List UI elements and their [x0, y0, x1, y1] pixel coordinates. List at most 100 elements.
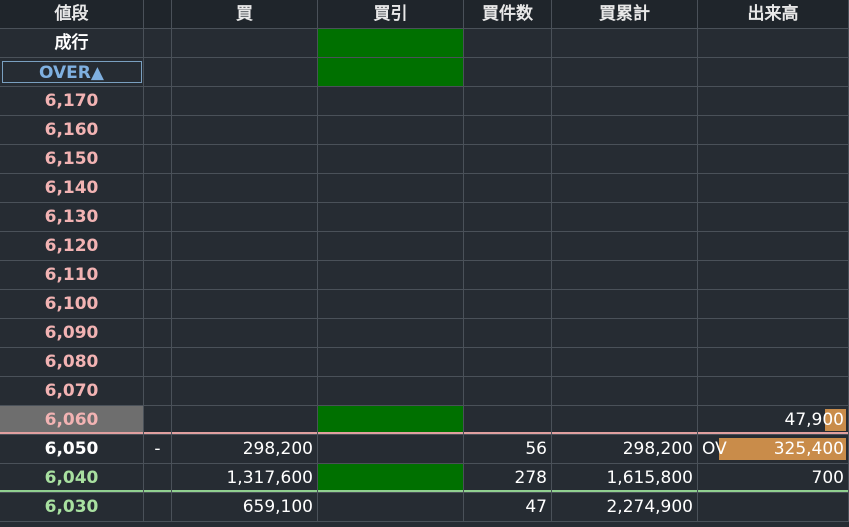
price-cell[interactable]: 6,050 [0, 435, 144, 464]
flag-cell [144, 87, 172, 116]
price-cell[interactable]: 6,090 [0, 319, 144, 348]
buy-close-cell[interactable] [318, 87, 464, 116]
buy-qty-cell[interactable]: 659,100 [172, 493, 318, 522]
volume-cell [698, 174, 849, 203]
buy-count-cell [464, 145, 552, 174]
buy-qty-cell[interactable] [172, 261, 318, 290]
over-buy-cell[interactable] [172, 58, 318, 87]
buy-count-cell [464, 174, 552, 203]
price-cell[interactable]: 6,080 [0, 348, 144, 377]
price-cell[interactable]: 6,070 [0, 377, 144, 406]
buy-close-cell[interactable] [318, 435, 464, 464]
buy-qty-cell[interactable] [172, 232, 318, 261]
volume-cell [698, 203, 849, 232]
buy-close-cell[interactable] [318, 406, 464, 435]
buy-qty-cell[interactable] [172, 377, 318, 406]
header-price: 値段 [0, 0, 144, 29]
volume-cell: 47,900 [698, 406, 849, 435]
buy-qty-cell[interactable] [172, 87, 318, 116]
price-cell[interactable]: 6,160 [0, 116, 144, 145]
header-buy-count: 買件数 [464, 0, 552, 29]
buy-cumulative-cell [552, 87, 698, 116]
volume-cell: 700 [698, 464, 849, 493]
flag-cell [144, 232, 172, 261]
flag-cell [144, 464, 172, 493]
buy-cumulative-cell [552, 232, 698, 261]
buy-cumulative-cell [552, 348, 698, 377]
buy-close-cell[interactable] [318, 493, 464, 522]
price-cell[interactable]: 6,150 [0, 145, 144, 174]
over-button[interactable]: OVER▲ [1, 61, 142, 83]
buy-cumulative-cell [552, 203, 698, 232]
flag-cell [144, 348, 172, 377]
market-buy-close-cell[interactable] [318, 29, 464, 58]
buy-qty-cell[interactable] [172, 145, 318, 174]
buy-close-cell[interactable] [318, 261, 464, 290]
buy-cumulative-cell [552, 290, 698, 319]
price-cell[interactable]: 6,100 [0, 290, 144, 319]
price-cell[interactable]: 6,110 [0, 261, 144, 290]
buy-qty-cell[interactable]: 298,200 [172, 435, 318, 464]
volume-cell [698, 377, 849, 406]
buy-close-cell[interactable] [318, 232, 464, 261]
buy-cumulative-cell [552, 377, 698, 406]
buy-qty-cell[interactable] [172, 174, 318, 203]
market-cumulative-cell [552, 29, 698, 58]
buy-close-cell[interactable] [318, 319, 464, 348]
volume-cell [698, 261, 849, 290]
buy-qty-cell[interactable] [172, 116, 318, 145]
volume-cell [698, 145, 849, 174]
buy-qty-cell[interactable] [172, 348, 318, 377]
over-cell: OVER▲ [0, 58, 144, 87]
price-cell[interactable]: 6,120 [0, 232, 144, 261]
volume-cell [698, 116, 849, 145]
price-cell[interactable]: 6,060 [0, 406, 144, 435]
buy-cumulative-cell [552, 174, 698, 203]
buy-cumulative-cell: 2,274,900 [552, 493, 698, 522]
price-cell[interactable]: 6,130 [0, 203, 144, 232]
buy-qty-cell[interactable] [172, 290, 318, 319]
price-cell[interactable]: 6,030 [0, 493, 144, 522]
buy-close-cell[interactable] [318, 348, 464, 377]
price-cell[interactable]: 6,040 [0, 464, 144, 493]
buy-count-cell: 47 [464, 493, 552, 522]
price-cell[interactable]: 6,140 [0, 174, 144, 203]
flag-cell [144, 377, 172, 406]
buy-qty-cell[interactable]: 1,317,600 [172, 464, 318, 493]
buy-qty-cell[interactable] [172, 319, 318, 348]
buy-count-cell [464, 290, 552, 319]
order-book: 値段 買 買引 買件数 買累計 出来高 成行 OVER▲ 6,170 6,160 6… [0, 0, 849, 522]
buy-qty-cell[interactable] [172, 406, 318, 435]
volume-value: 700 [811, 468, 844, 488]
buy-close-cell[interactable] [318, 203, 464, 232]
flag-cell [144, 116, 172, 145]
price-cell[interactable]: 6,170 [0, 87, 144, 116]
over-buy-close-cell[interactable] [318, 58, 464, 87]
over-cumulative-cell [552, 58, 698, 87]
buy-close-cell[interactable] [318, 290, 464, 319]
header-buy-close: 買引 [318, 0, 464, 29]
buy-close-cell[interactable] [318, 174, 464, 203]
market-buy-cell[interactable] [172, 29, 318, 58]
buy-qty-cell[interactable] [172, 203, 318, 232]
volume-cell [698, 232, 849, 261]
header-flag [144, 0, 172, 29]
buy-close-cell[interactable] [318, 145, 464, 174]
flag-cell [144, 174, 172, 203]
volume-value: 325,400 [773, 439, 844, 459]
buy-close-cell[interactable] [318, 464, 464, 493]
buy-cumulative-cell: 1,615,800 [552, 464, 698, 493]
buy-count-cell: 56 [464, 435, 552, 464]
volume-cell [698, 493, 849, 522]
market-order-label: 成行 [0, 29, 144, 58]
buy-cumulative-cell [552, 145, 698, 174]
buy-count-cell [464, 203, 552, 232]
header-volume: 出来高 [698, 0, 849, 29]
buy-close-cell[interactable] [318, 116, 464, 145]
buy-cumulative-cell: 298,200 [552, 435, 698, 464]
buy-count-cell: 278 [464, 464, 552, 493]
buy-count-cell [464, 232, 552, 261]
flag-cell [144, 290, 172, 319]
buy-close-cell[interactable] [318, 377, 464, 406]
buy-cumulative-cell [552, 116, 698, 145]
